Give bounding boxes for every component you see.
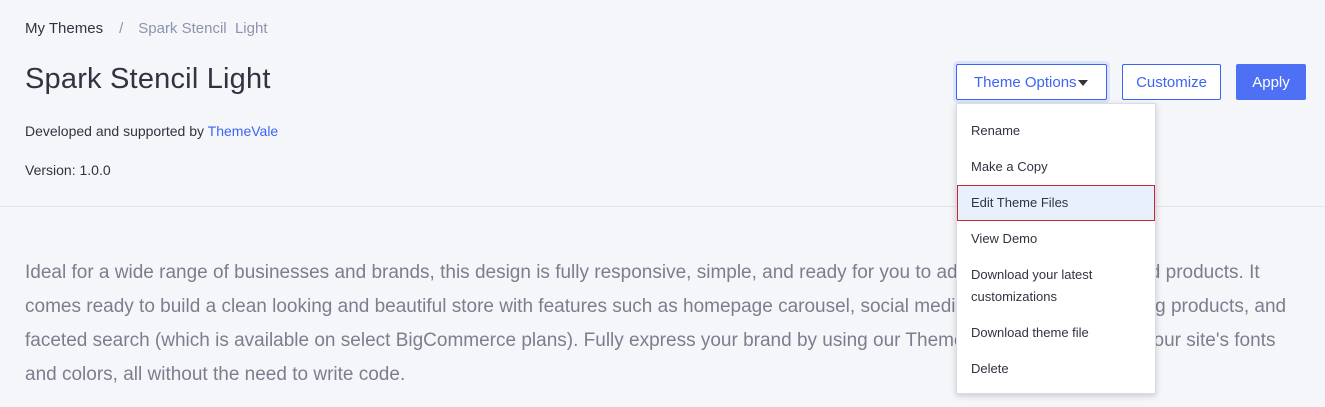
theme-options-button[interactable]: Theme Options <box>956 64 1107 100</box>
breadcrumb-current: Spark Stencil Light <box>138 20 268 37</box>
developer-link[interactable]: ThemeVale <box>208 123 279 139</box>
menu-item-rename[interactable]: Rename <box>957 113 1155 149</box>
menu-item-delete[interactable]: Delete <box>957 351 1155 387</box>
menu-item-download-theme-file[interactable]: Download theme file <box>957 315 1155 351</box>
breadcrumb-my-themes[interactable]: My Themes <box>25 20 103 37</box>
developer-line: Developed and supported by ThemeVale <box>25 123 278 139</box>
menu-item-edit-theme-files[interactable]: Edit Theme Files <box>957 185 1155 221</box>
menu-item-make-a-copy[interactable]: Make a Copy <box>957 149 1155 185</box>
theme-version: Version: 1.0.0 <box>25 162 111 178</box>
breadcrumb: My Themes / Spark Stencil Light <box>25 20 268 37</box>
apply-button[interactable]: Apply <box>1236 64 1306 100</box>
breadcrumb-separator: / <box>119 20 124 37</box>
caret-down-icon <box>1078 80 1088 86</box>
developer-prefix: Developed and supported by <box>25 123 208 139</box>
page-title: Spark Stencil Light <box>25 63 271 95</box>
menu-item-download-latest-customizations[interactable]: Download your latest customizations <box>957 257 1107 315</box>
theme-options-menu: Rename Make a Copy Edit Theme Files View… <box>956 103 1156 394</box>
customize-button[interactable]: Customize <box>1122 64 1221 100</box>
menu-item-view-demo[interactable]: View Demo <box>957 221 1155 257</box>
theme-options-label: Theme Options <box>974 73 1077 91</box>
